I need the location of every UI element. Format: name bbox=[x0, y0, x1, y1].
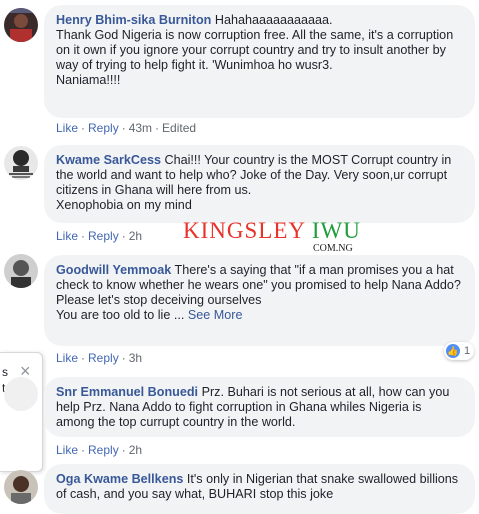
avatar[interactable] bbox=[4, 146, 38, 180]
commenter-name[interactable]: Oga Kwame Bellkens bbox=[56, 472, 183, 486]
see-more-link[interactable]: See More bbox=[188, 308, 243, 322]
comment-bubble: Kwame SarkCess Chai!!! Your country is t… bbox=[44, 145, 475, 223]
edited-label[interactable]: Edited bbox=[162, 121, 196, 135]
comment-actions: Like · Reply · 43m · Edited bbox=[56, 121, 197, 135]
avatar[interactable] bbox=[4, 470, 38, 504]
reaction-count[interactable]: 👍 1 bbox=[444, 342, 475, 360]
thumbs-up-icon: 👍 bbox=[446, 344, 460, 358]
watermark-part1: KINGSLEY bbox=[183, 218, 306, 243]
reply-link[interactable]: Reply bbox=[88, 443, 119, 457]
comment-text: Thank God Nigeria is now corruption free… bbox=[56, 28, 454, 72]
reply-link[interactable]: Reply bbox=[88, 121, 119, 135]
comment-text: Hahahaaaaaaaaaaa. bbox=[214, 13, 333, 27]
comment-text: Please let's stop deceiving ourselves bbox=[56, 293, 262, 307]
timestamp[interactable]: 43m bbox=[129, 121, 152, 135]
avatar[interactable] bbox=[4, 377, 38, 411]
comment-text: You are too old to lie ... bbox=[56, 308, 185, 322]
watermark-logo: KINGSLEY IWU bbox=[183, 218, 361, 244]
comment-text: Naniama!!!! bbox=[56, 73, 121, 87]
like-link[interactable]: Like bbox=[56, 443, 78, 457]
timestamp[interactable]: 2h bbox=[129, 229, 142, 243]
avatar[interactable] bbox=[4, 254, 38, 288]
like-link[interactable]: Like bbox=[56, 121, 78, 135]
comment-bubble: Goodwill Yemmoak There's a saying that "… bbox=[44, 255, 475, 346]
comment-bubble: Oga Kwame Bellkens It's only in Nigerian… bbox=[44, 464, 475, 514]
comment-actions: Like · Reply · 2h bbox=[56, 443, 143, 457]
reply-link[interactable]: Reply bbox=[88, 351, 119, 365]
commenter-name[interactable]: Goodwill Yemmoak bbox=[56, 263, 171, 277]
avatar[interactable] bbox=[4, 8, 38, 42]
comment-actions: Like · Reply · 3h bbox=[56, 351, 143, 365]
commenter-name[interactable]: Henry Bhim-sika Burniton bbox=[56, 13, 211, 27]
like-link[interactable]: Like bbox=[56, 229, 78, 243]
commenter-name[interactable]: Snr Emmanuel Bonuedi bbox=[56, 385, 198, 399]
popup-text: s bbox=[2, 365, 8, 379]
comment-bubble: Snr Emmanuel Bonuedi Prz. Buhari is not … bbox=[44, 377, 475, 437]
reply-link[interactable]: Reply bbox=[88, 229, 119, 243]
reaction-number: 1 bbox=[464, 345, 471, 357]
watermark-part2: IWU bbox=[311, 218, 361, 243]
timestamp[interactable]: 2h bbox=[129, 443, 142, 457]
comment-text: Xenophobia on my mind bbox=[56, 198, 192, 212]
side-popup: s t × bbox=[0, 352, 43, 472]
timestamp[interactable]: 3h bbox=[129, 351, 142, 365]
comment-bubble: Henry Bhim-sika Burniton Hahahaaaaaaaaaa… bbox=[44, 5, 475, 118]
watermark-sub: COM.NG bbox=[313, 243, 353, 254]
commenter-name[interactable]: Kwame SarkCess bbox=[56, 153, 161, 167]
comment-actions: Like · Reply · 2h bbox=[56, 229, 143, 243]
like-link[interactable]: Like bbox=[56, 351, 78, 365]
